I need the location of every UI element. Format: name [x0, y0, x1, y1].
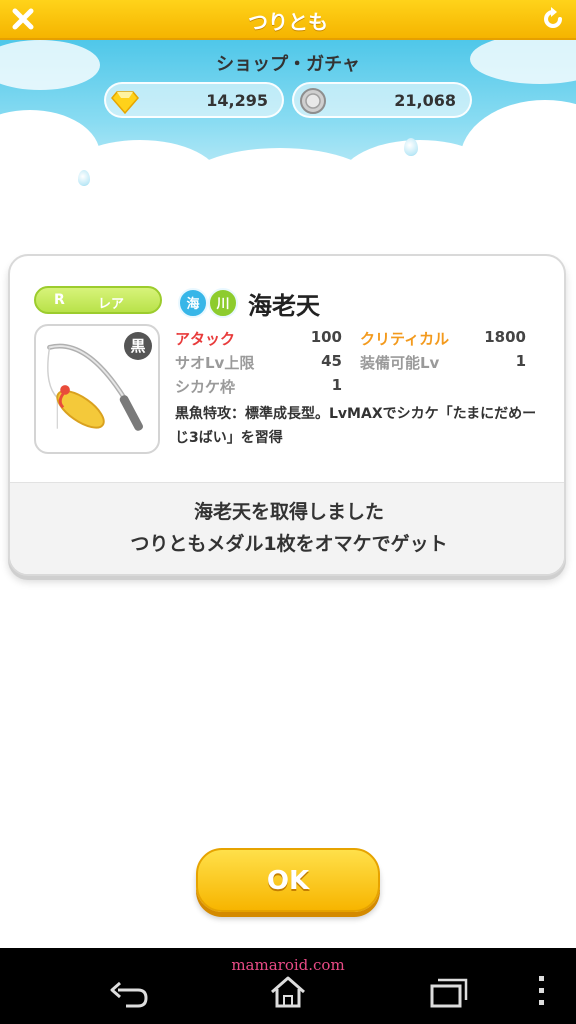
gem-counter: 14,295 [104, 82, 284, 118]
equip-lv-value: 1 [515, 352, 526, 370]
tag-river: 川 [208, 288, 238, 318]
app-title: つりとも [248, 10, 328, 34]
title-bar: つりとも [0, 0, 576, 40]
slot-label: シカケ枠 [175, 378, 236, 396]
back-icon[interactable] [104, 970, 152, 1010]
gem-icon [111, 91, 139, 115]
slot-value: 1 [331, 376, 342, 394]
coin-counter: 21,068 [292, 82, 472, 118]
tag-sea: 海 [178, 288, 208, 318]
attack-label: アタック [175, 330, 236, 348]
home-icon[interactable] [264, 970, 312, 1010]
section-title: ショップ・ガチャ [216, 54, 360, 75]
ok-button-label: OK [266, 866, 310, 896]
gem-amount: 14,295 [206, 91, 268, 110]
rarity-label: レア [98, 297, 125, 312]
class-badge: 黒 [124, 332, 152, 360]
android-nav-bar: mamaroid.com [0, 948, 576, 1024]
water-drop-decoration [404, 138, 418, 156]
item-description: 黒魚特攻：標準成長型。LvMAXでシカケ「たまにだめーじ3ばい」を習得 [175, 406, 537, 446]
message-area: 海老天を取得しました つりともメダル1枚をオマケでゲット [10, 482, 564, 574]
menu-icon[interactable] [522, 970, 562, 1010]
rod-lv-value: 45 [321, 352, 342, 370]
coin-amount: 21,068 [394, 91, 456, 110]
bonus-message: つりともメダル1枚をオマケでゲット [130, 533, 448, 555]
item-image-box: 黒 [34, 324, 160, 454]
item-card: R レア 黒 海 川 海老天 アタック 100 クリティカル 1800 サオLv… [8, 254, 566, 576]
critical-value: 1800 [484, 328, 526, 346]
item-name: 海老天 [248, 292, 320, 320]
rarity-letter: R [54, 292, 65, 308]
acquired-message: 海老天を取得しました [193, 501, 384, 523]
rarity-badge: R レア [34, 286, 162, 314]
attack-value: 100 [310, 328, 342, 346]
coin-icon [300, 88, 326, 114]
ok-button[interactable]: OK [196, 848, 380, 912]
cloud-decoration [460, 100, 576, 190]
water-drop-decoration [78, 170, 90, 186]
rod-lv-label: サオLv上限 [175, 354, 255, 372]
equip-lv-label: 装備可能Lv [360, 354, 440, 372]
refresh-icon[interactable] [540, 6, 566, 32]
critical-label: クリティカル [360, 330, 450, 348]
recent-apps-icon[interactable] [424, 970, 472, 1010]
